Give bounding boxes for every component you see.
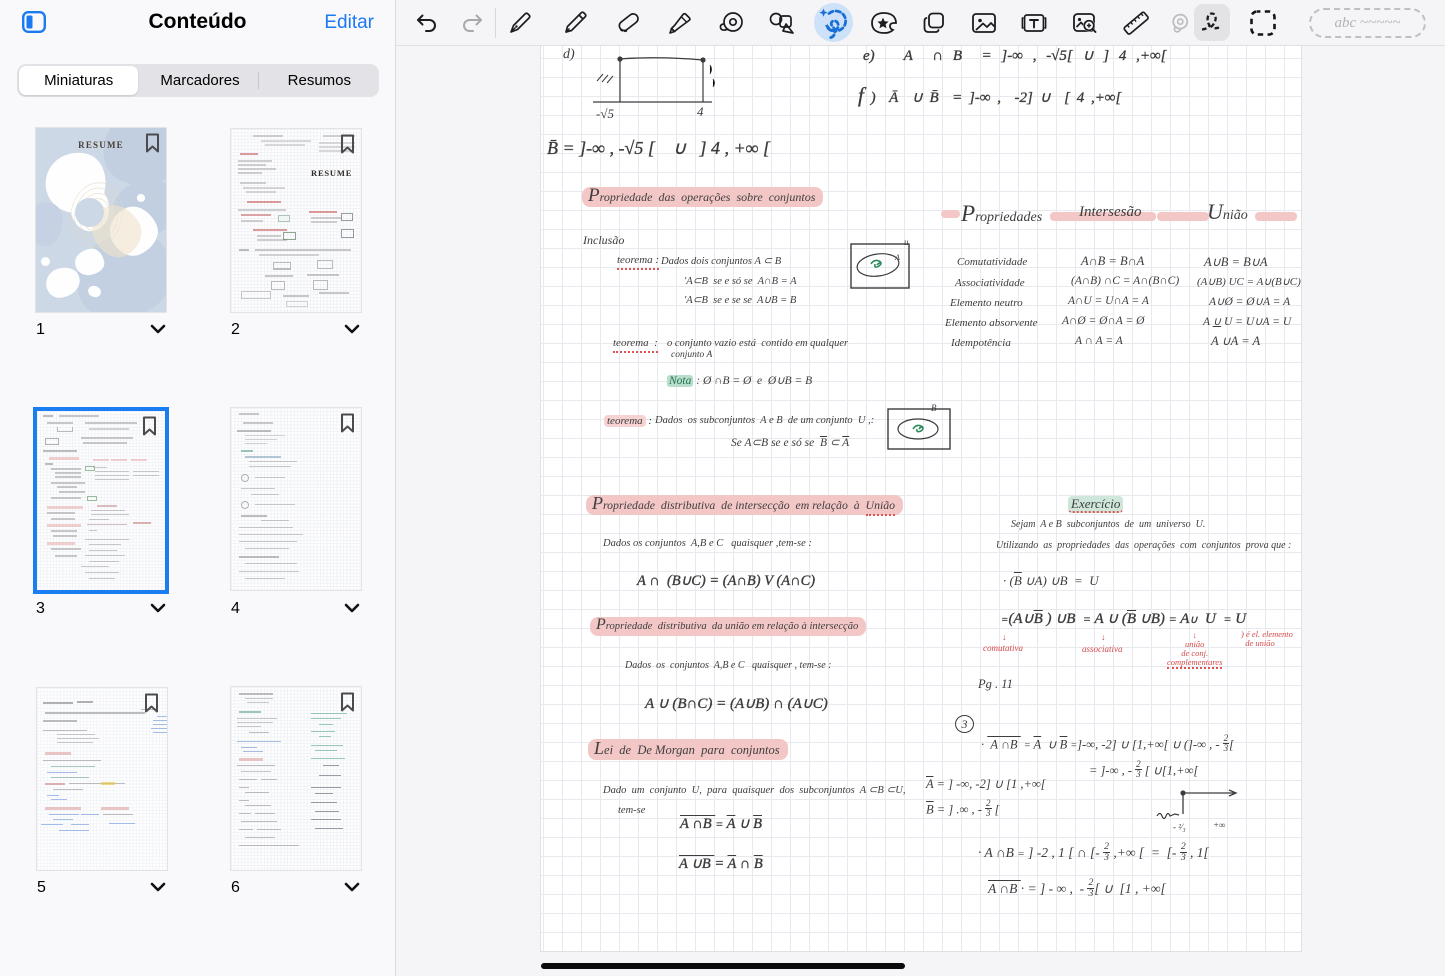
svg-text:B: B xyxy=(931,403,937,413)
svg-text:- ²⁄₃: - ²⁄₃ xyxy=(1173,822,1186,832)
svg-text:+∞: +∞ xyxy=(1213,820,1226,830)
svg-text:u: u xyxy=(904,237,909,247)
svg-text:A: A xyxy=(894,253,900,262)
